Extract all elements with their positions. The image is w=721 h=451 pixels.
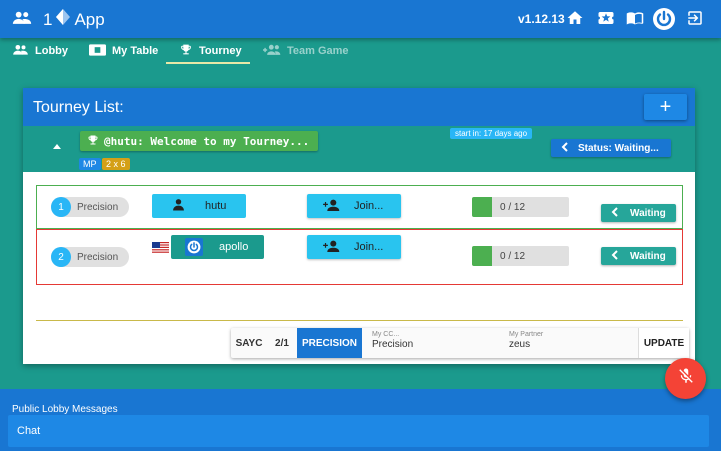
bidding-system: Precision <box>77 251 119 263</box>
version-label: v1.12.13 <box>518 12 565 26</box>
tourney-list-header: Tourney List: + <box>23 88 695 126</box>
book-icon[interactable] <box>625 9 645 29</box>
table-row: 2 Precision apollo Join... 0 / 12 Waitin… <box>36 229 683 285</box>
chevron-left-icon <box>561 141 568 155</box>
table-number: 2 <box>51 247 71 267</box>
format-badge: 2 x 6 <box>102 158 130 170</box>
update-button[interactable]: UPDATE <box>638 328 689 358</box>
tourney-name: @hutu: Welcome to my Tourney... <box>104 134 310 148</box>
ticket-icon[interactable] <box>597 9 617 29</box>
plus-icon: + <box>659 95 672 118</box>
my-cc-field[interactable]: My CC... Precision <box>372 331 413 350</box>
home-icon[interactable] <box>566 9 586 29</box>
table-progress: 0 / 12 <box>472 197 569 217</box>
chat-placeholder: Chat <box>17 425 41 437</box>
tab-label: My Table <box>112 45 159 57</box>
join-label: Join... <box>354 200 384 212</box>
join-label: Join... <box>354 241 384 253</box>
two-over-one-option[interactable]: 2/1 <box>267 328 297 358</box>
player-name: apollo <box>219 241 249 253</box>
person-icon <box>172 198 185 214</box>
sayc-option[interactable]: SAYC <box>231 328 267 358</box>
add-group-icon <box>263 44 281 59</box>
app-bar: 1 App v1.12.13 <box>0 0 721 38</box>
bidding-system: Precision <box>77 201 119 213</box>
tourney-header: @hutu: Welcome to my Tourney... MP 2 x 6… <box>23 126 695 172</box>
active-tab-indicator <box>166 62 250 64</box>
power-icon[interactable] <box>652 7 676 31</box>
player-button-apollo[interactable]: apollo <box>171 235 264 259</box>
table-seat-label: 2 Precision <box>51 247 129 267</box>
precision-option[interactable]: PRECISION <box>297 328 362 358</box>
join-button[interactable]: Join... <box>307 235 401 259</box>
tab-my-table[interactable]: My Table <box>89 38 158 64</box>
join-button[interactable]: Join... <box>307 194 401 218</box>
nav-tabs: Lobby My Table Tourney Team Game <box>0 38 721 64</box>
mic-off-button[interactable] <box>665 358 706 399</box>
tourney-name-button[interactable]: @hutu: Welcome to my Tourney... <box>80 131 318 151</box>
app-title-suffix: App <box>74 9 105 29</box>
tourney-list-title: Tourney List: <box>33 99 124 116</box>
trophy-icon <box>87 134 99 149</box>
add-person-icon <box>323 240 340 255</box>
progress-label: 0 / 12 <box>500 201 526 213</box>
my-partner-field[interactable]: My Partner zeus <box>509 331 543 350</box>
power-icon <box>185 238 203 256</box>
mp-badge: MP <box>79 158 101 170</box>
progress-fill <box>472 197 492 217</box>
my-partner-label: My Partner <box>509 331 544 338</box>
mic-off-icon <box>677 367 695 390</box>
trophy-icon <box>179 43 193 59</box>
tab-lobby[interactable]: Lobby <box>12 38 68 64</box>
table-progress: 0 / 12 <box>472 246 569 266</box>
add-tourney-button[interactable]: + <box>644 94 687 120</box>
progress-fill <box>472 246 492 266</box>
progress-label: 0 / 12 <box>500 250 526 262</box>
start-in-badge: start in: 17 days ago <box>450 128 533 139</box>
tourney-list-card: Tourney List: + @hutu: Welcome to my Tou… <box>23 88 695 364</box>
diamond-icon <box>56 9 71 30</box>
tab-team-game[interactable]: Team Game <box>263 38 349 64</box>
bidding-settings-bar: SAYC 2/1 PRECISION My CC... Precision My… <box>231 328 689 358</box>
people-icon[interactable] <box>12 10 32 31</box>
table-number: 1 <box>51 197 71 217</box>
collapse-arrow-icon[interactable] <box>53 144 61 149</box>
status-button[interactable]: Status: Waiting... <box>551 139 671 157</box>
app-title-prefix: 1 <box>43 9 53 29</box>
waiting-button[interactable]: Waiting <box>601 247 676 265</box>
my-cc-value: Precision <box>372 339 414 350</box>
my-cc-label: My CC... <box>372 331 400 338</box>
my-partner-value: zeus <box>509 339 531 350</box>
divider <box>36 320 683 321</box>
logout-icon[interactable] <box>686 9 706 29</box>
lobby-messages-title: Public Lobby Messages <box>12 404 118 415</box>
add-person-icon <box>323 199 340 214</box>
tab-label: Team Game <box>287 45 349 57</box>
chevron-left-icon <box>611 206 618 220</box>
tab-tourney[interactable]: Tourney <box>166 38 250 64</box>
player-name: hutu <box>205 200 227 212</box>
table-seat-label: 1 Precision <box>51 197 129 217</box>
player-button-hutu[interactable]: hutu <box>152 194 246 218</box>
waiting-label: Waiting <box>630 207 666 219</box>
us-flag-icon <box>152 241 169 254</box>
status-label: Status: Waiting... <box>578 142 659 154</box>
chat-input[interactable]: Chat <box>8 415 709 447</box>
table-icon <box>89 43 106 59</box>
waiting-label: Waiting <box>630 250 666 262</box>
table-row: 1 Precision hutu Join... 0 / 12 Waiting <box>36 185 683 229</box>
waiting-button[interactable]: Waiting <box>601 204 676 222</box>
app-title: 1 App <box>43 9 105 30</box>
tab-label: Tourney <box>199 45 242 57</box>
people-icon <box>12 44 29 59</box>
tab-label: Lobby <box>35 45 68 57</box>
chevron-left-icon <box>611 249 618 263</box>
